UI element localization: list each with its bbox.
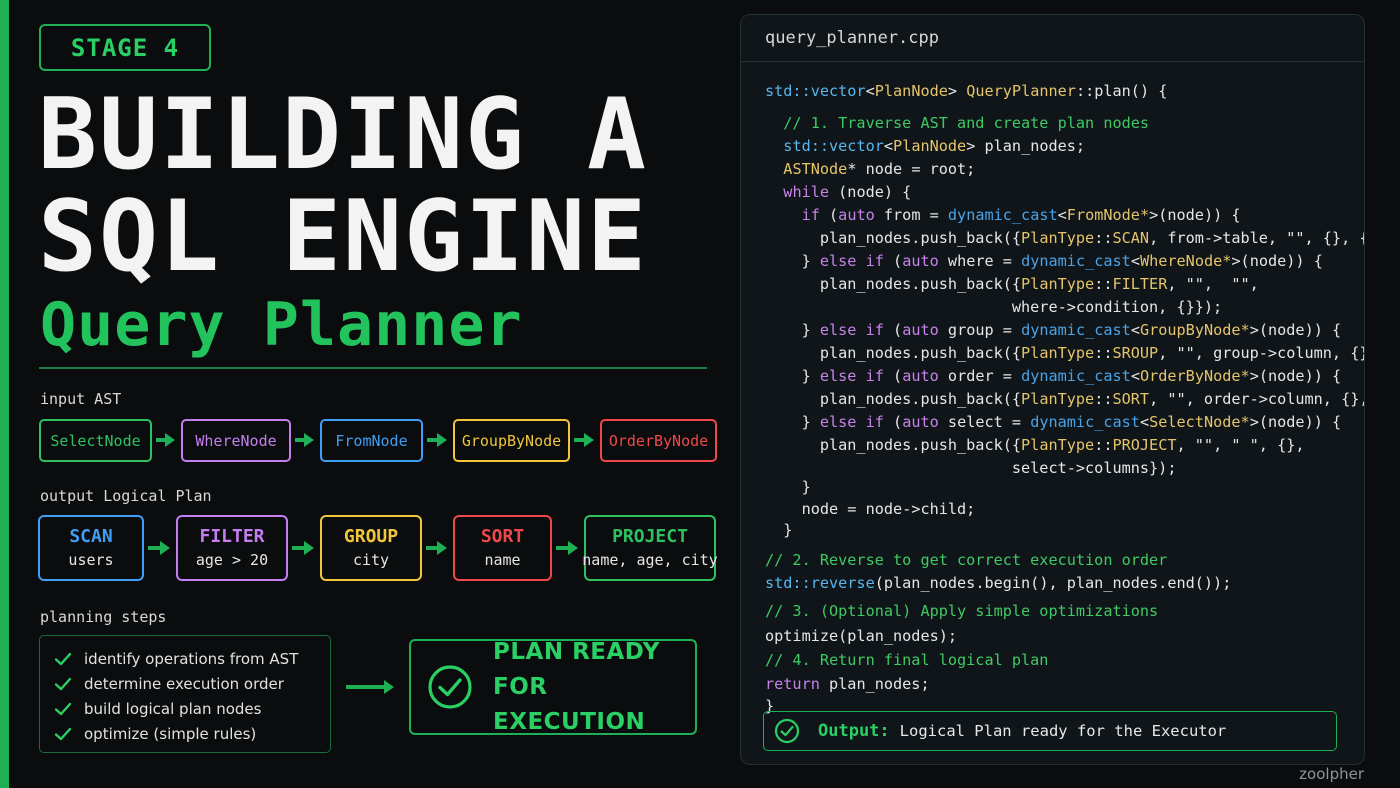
step-item: build logical plan nodes: [40, 696, 330, 721]
code-line: } else if (auto group = dynamic_cast<Gro…: [765, 321, 1342, 339]
plan-arg: users: [68, 551, 114, 569]
check-icon: [54, 727, 72, 740]
step-text: build logical plan nodes: [84, 699, 262, 718]
title-line-1: BUILDING A: [38, 78, 649, 192]
code-line: return plan_nodes;: [765, 675, 930, 693]
arrow-icon: [292, 541, 316, 555]
ast-node: SelectNode: [39, 419, 152, 462]
planning-steps-label: planning steps: [40, 608, 167, 626]
code-line: plan_nodes.push_back({PlanType::PROJECT,…: [765, 436, 1305, 454]
plan-op: SCAN: [69, 526, 113, 547]
ready-line-2: EXECUTION: [493, 708, 646, 735]
code-line: }: [765, 521, 793, 539]
ast-node: GroupByNode: [453, 419, 570, 462]
step-text: optimize (simple rules): [84, 724, 257, 743]
code-line: std::reverse(plan_nodes.begin(), plan_no…: [765, 574, 1232, 592]
check-circle-icon: [428, 665, 472, 709]
output-text: Logical Plan ready for the Executor: [899, 722, 1227, 740]
code-line: node = node->child;: [765, 500, 976, 518]
plan-arg: name, age, city: [582, 551, 718, 569]
code-line: // 3. (Optional) Apply simple optimizati…: [765, 602, 1159, 620]
title-line-2: SQL ENGINE: [38, 180, 649, 294]
code-line: where->condition, {}});: [765, 298, 1223, 316]
code-line: } else if (auto order = dynamic_cast<Ord…: [765, 367, 1342, 385]
subtitle: Query Planner: [40, 290, 523, 360]
code-line: // 2. Reverse to get correct execution o…: [765, 551, 1168, 569]
ast-node: FromNode: [320, 419, 423, 462]
arrow-icon: [346, 680, 396, 694]
plan-node: PROJECT name, age, city: [582, 515, 718, 581]
plan-node: SORT name: [453, 515, 552, 581]
plan-arg: city: [352, 551, 390, 569]
code-line: plan_nodes.push_back({PlanType::FILTER, …: [765, 275, 1259, 293]
arrow-icon: [156, 433, 177, 447]
plan-node: GROUP city: [320, 515, 422, 581]
arrow-icon: [148, 541, 172, 555]
code-line: std::vector<PlanNode> plan_nodes;: [783, 137, 1086, 155]
code-line: std::vector<PlanNode> QueryPlanner::plan…: [765, 82, 1168, 100]
code-line: // 4. Return final logical plan: [765, 651, 1049, 669]
arrow-icon: [556, 541, 580, 555]
plan-arg: age > 20: [195, 551, 269, 569]
step-item: identify operations from AST: [40, 646, 330, 671]
output-label: Output:: [818, 721, 890, 741]
code-filename: query_planner.cpp: [741, 15, 1364, 62]
accent-bar: [0, 0, 9, 788]
code-line: plan_nodes.push_back({PlanType::SORT, ""…: [765, 390, 1364, 408]
logical-plan-label: output Logical Plan: [40, 487, 212, 505]
plan-op: FILTER: [199, 526, 265, 547]
code-line: select->columns});: [765, 459, 1177, 477]
check-icon: [54, 677, 72, 690]
plan-op: SORT: [480, 526, 525, 547]
plan-arg: name: [484, 551, 521, 569]
code-panel: query_planner.cpp std::vector<PlanNode> …: [740, 14, 1365, 765]
code-line: // 1. Traverse AST and create plan nodes: [765, 114, 1150, 132]
code-line: plan_nodes.push_back({PlanType::SCAN, fr…: [765, 229, 1364, 247]
arrow-icon: [427, 433, 449, 447]
code-line: if (auto from = dynamic_cast<FromNode*>(…: [801, 206, 1241, 224]
code-line: while (node) {: [783, 183, 912, 201]
watermark: zoolpher: [1299, 765, 1364, 783]
code-line: optimize(plan_nodes);: [765, 627, 958, 645]
input-ast-label: input AST: [40, 390, 122, 408]
check-icon: [54, 702, 72, 715]
output-box: Output: Logical Plan ready for the Execu…: [763, 711, 1337, 751]
stage-badge: STAGE 4: [39, 24, 211, 71]
plan-ready-box: PLAN READY FOR EXECUTION: [409, 639, 697, 735]
plan-node: SCAN users: [38, 515, 144, 581]
planning-steps-box: identify operations from AST determine e…: [39, 635, 331, 753]
code-line: } else if (auto select = dynamic_cast<Se…: [765, 413, 1342, 431]
arrow-icon: [295, 433, 316, 447]
arrow-icon: [574, 433, 596, 447]
check-icon: [54, 652, 72, 665]
code-line: ASTNode* node = root;: [783, 160, 976, 178]
code-line: plan_nodes.push_back({PlanType::SROUP, "…: [765, 344, 1364, 362]
ast-node: OrderByNode: [600, 419, 717, 462]
plan-op: GROUP: [343, 526, 399, 547]
plan-op: PROJECT: [612, 526, 688, 547]
code-line: } else if (auto where = dynamic_cast<Whe…: [765, 252, 1323, 270]
step-item: determine execution order: [40, 671, 330, 696]
arrow-icon: [426, 541, 449, 555]
divider: [39, 367, 707, 369]
code-line: }: [765, 478, 811, 496]
plan-node: FILTER age > 20: [176, 515, 288, 581]
ready-line-1: PLAN READY FOR: [493, 638, 660, 700]
check-circle-icon: [774, 718, 800, 744]
ast-node: WhereNode: [181, 419, 291, 462]
step-text: determine execution order: [84, 674, 284, 693]
step-text: identify operations from AST: [84, 649, 299, 668]
step-item: optimize (simple rules): [40, 721, 330, 746]
